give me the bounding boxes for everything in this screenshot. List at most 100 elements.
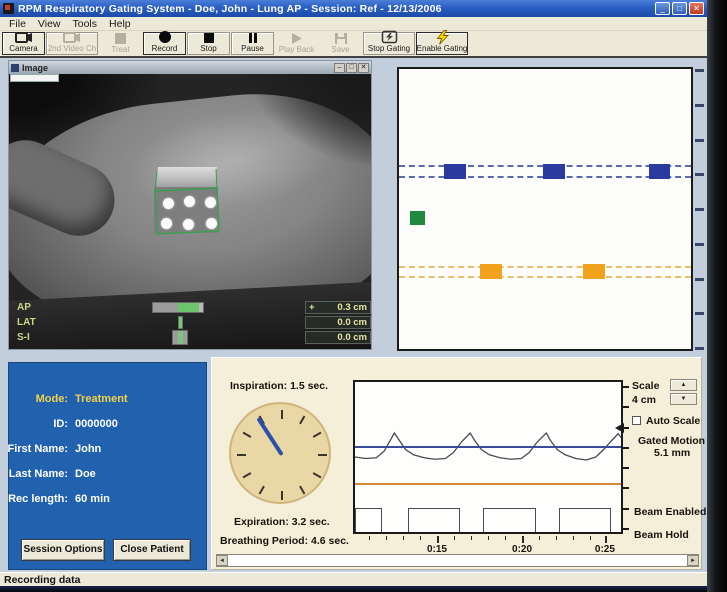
video-close-button[interactable]: ✕ xyxy=(358,63,369,73)
save-icon xyxy=(334,32,348,45)
close-patient-button[interactable]: Close Patient xyxy=(113,539,191,561)
beam-enable-pulse xyxy=(408,508,460,532)
x-minor-tick xyxy=(420,536,421,540)
scale-value: 4 cm xyxy=(632,394,656,406)
video-maximize-button[interactable]: □ xyxy=(346,63,357,73)
axis-tick xyxy=(695,278,704,281)
clock-tick xyxy=(299,486,305,495)
waveform-chart-wrap xyxy=(353,380,623,534)
pause-button[interactable]: Pause xyxy=(231,32,274,55)
second-video-button[interactable]: 2nd Video Ch xyxy=(46,32,98,55)
beam-enable-pulse xyxy=(483,508,536,532)
waveform-axis-tick xyxy=(621,487,629,489)
x-minor-tick xyxy=(369,536,370,540)
enable-gating-button[interactable]: Enable Gating xyxy=(416,32,468,55)
save-button[interactable]: Save xyxy=(319,32,362,55)
record-button[interactable]: Record xyxy=(143,32,186,55)
clock-tick xyxy=(313,432,322,438)
patient-info-panel: Mode: Treatment ID: 0000000 First Name: … xyxy=(8,362,207,570)
x-minor-tick xyxy=(505,536,506,540)
treat-button[interactable]: Treat xyxy=(99,32,142,55)
ap-sign: + xyxy=(309,302,315,313)
toolbar: Camera 2nd Video Ch Treat Record xyxy=(0,31,707,58)
clock-tick xyxy=(281,410,283,419)
position-row-si: S-I 0.0 cm xyxy=(9,331,371,345)
scale-controls: Scale ▲ 4 cm ▼ Auto Scale Gated Motion 5… xyxy=(630,372,702,562)
menu-file[interactable]: File xyxy=(4,18,31,30)
scale-up-button[interactable]: ▲ xyxy=(670,379,697,391)
axis-tick xyxy=(695,104,704,107)
auto-scale-checkbox[interactable] xyxy=(632,416,641,425)
stop-gating-icon xyxy=(381,30,398,44)
ap-value-box: + 0.3 cm xyxy=(305,301,371,314)
x-minor-tick xyxy=(454,536,455,540)
lat-position-bar xyxy=(178,316,183,329)
waveform-plot-area xyxy=(355,382,621,532)
scroll-left-button[interactable]: ◄ xyxy=(216,555,228,566)
auto-scale-label: Auto Scale xyxy=(646,415,700,427)
camera-icon xyxy=(15,31,33,44)
axis-tick xyxy=(695,347,704,350)
menu-bar: File View Tools Help xyxy=(0,17,707,31)
menu-help[interactable]: Help xyxy=(104,18,136,30)
si-value: 0.0 cm xyxy=(337,332,367,343)
beam-enable-pulse xyxy=(355,508,382,532)
scale-down-button[interactable]: ▼ xyxy=(670,393,697,405)
breathing-panel: Inspiration: 1.5 sec. Expiration: 3.2 se… xyxy=(211,357,702,570)
camera-button[interactable]: Camera xyxy=(2,32,45,55)
waveform-scrollbar[interactable]: ◄ ► xyxy=(216,554,699,567)
position-row-lat: LAT 0.0 cm xyxy=(9,316,371,330)
window-title: RPM Respiratory Gating System - Doe, Joh… xyxy=(18,3,655,15)
window-titlebar[interactable]: RPM Respiratory Gating System - Doe, Joh… xyxy=(0,0,707,17)
x-minor-tick xyxy=(471,536,472,540)
lightning-icon xyxy=(435,30,450,44)
screen-edge-bottom xyxy=(0,586,707,592)
ap-position-tip xyxy=(199,303,203,312)
orange-gating-band xyxy=(399,276,691,278)
menu-tools[interactable]: Tools xyxy=(68,18,103,30)
breathing-clock xyxy=(229,402,331,504)
clock-tick xyxy=(299,416,305,425)
stop-button[interactable]: Stop xyxy=(187,32,230,55)
gated-motion-label: Gated Motion xyxy=(638,435,705,447)
clock-tick xyxy=(318,454,327,456)
x-minor-tick xyxy=(590,536,591,540)
minimize-button[interactable]: _ xyxy=(655,2,670,15)
x-minor-tick xyxy=(386,536,387,540)
x-major-tick xyxy=(605,536,607,543)
marker-position-chart-wrap xyxy=(397,67,703,351)
x-minor-tick xyxy=(539,536,540,540)
x-minor-tick xyxy=(488,536,489,540)
clock-tick xyxy=(237,454,246,456)
position-marker xyxy=(543,164,565,179)
orange-gating-band xyxy=(399,266,691,268)
axis-tick xyxy=(695,243,704,246)
app-icon xyxy=(3,3,14,14)
upper-gating-threshold xyxy=(355,446,621,448)
x-minor-tick xyxy=(556,536,557,540)
scroll-right-button[interactable]: ► xyxy=(687,555,699,566)
field-rec-length: Rec length: 60 min xyxy=(9,493,206,507)
waveform-axis-tick xyxy=(621,528,629,530)
position-marker xyxy=(583,264,605,279)
si-value-box: 0.0 cm xyxy=(305,331,371,344)
ap-label: AP xyxy=(17,302,31,313)
video-minimize-button[interactable]: – xyxy=(334,63,345,73)
position-marker xyxy=(480,264,502,279)
session-options-button[interactable]: Session Options xyxy=(21,539,105,561)
play-back-button[interactable]: Play Back xyxy=(275,32,318,55)
screenshot-stage: RPM Respiratory Gating System - Doe, Joh… xyxy=(0,0,727,592)
breathing-waveform-chart xyxy=(353,380,623,534)
waveform-axis-tick xyxy=(621,508,629,510)
x-minor-tick xyxy=(403,536,404,540)
axis-tick xyxy=(695,173,704,176)
menu-view[interactable]: View xyxy=(33,18,66,30)
stop-gating-button[interactable]: Stop Gating xyxy=(363,32,415,55)
video-window-icon xyxy=(11,64,19,72)
video-window-titlebar[interactable]: Image – □ ✕ xyxy=(9,61,371,74)
restore-button[interactable]: □ xyxy=(672,2,687,15)
close-button[interactable]: ✕ xyxy=(689,2,704,15)
position-marker xyxy=(410,211,425,225)
gated-motion-value: 5.1 mm xyxy=(654,447,690,459)
clock-hand xyxy=(256,417,283,456)
